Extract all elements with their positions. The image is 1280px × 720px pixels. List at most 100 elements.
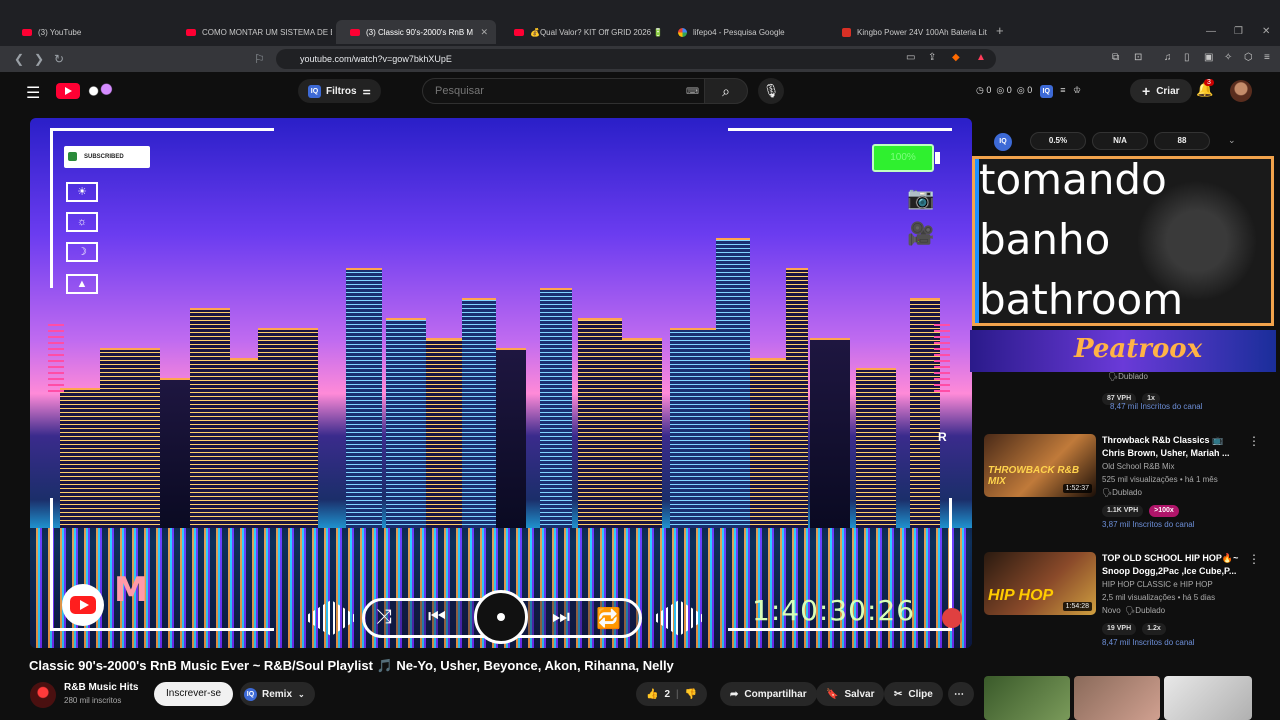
brave-shield-icon[interactable]: ◆ — [952, 52, 960, 63]
chevron-down-icon[interactable]: ⌄ — [1228, 135, 1236, 146]
subscribe-button[interactable]: Inscrever-se — [154, 682, 234, 706]
shuffle-icon: ⤨ — [376, 606, 392, 628]
doodle-icon[interactable] — [84, 82, 116, 100]
ai-icon[interactable]: ✧ — [1224, 52, 1232, 63]
search-icon: ⌕ — [722, 83, 730, 99]
battery-icon: 100% — [872, 144, 940, 172]
share-page-icon[interactable]: ⇪ — [928, 52, 936, 63]
maximize-window-icon[interactable]: ❐ — [1234, 26, 1243, 37]
sidebar-icon[interactable]: ▯ — [1184, 52, 1190, 63]
building — [100, 348, 160, 528]
close-window-icon[interactable]: ✕ — [1262, 26, 1270, 37]
music-icon[interactable]: ♫ — [1164, 52, 1172, 63]
close-tab-icon[interactable]: ✕ — [480, 27, 488, 38]
thumbs-up-icon: 👍 — [646, 688, 659, 700]
channel-name[interactable]: R&B Music Hits — [64, 682, 138, 693]
tab-kingbo-power[interactable]: Kingbo Power 24V 100Ah Bateria Lit — [828, 20, 992, 44]
remix-button[interactable]: IQ Remix ⌄ — [240, 682, 315, 706]
extension-icon[interactable]: ⊡ — [1134, 52, 1142, 63]
vph-chip: 19 VPH — [1102, 623, 1137, 635]
channel-subs-line: 8,47 mil Inscritos do canal — [1110, 402, 1203, 411]
tab-youtube-home[interactable]: (3) YouTube — [8, 20, 170, 44]
wallet-icon[interactable]: ▣ — [1204, 52, 1213, 63]
iq-stat-pill: 88 — [1154, 132, 1210, 150]
share-button[interactable]: ➦ Compartilhar — [720, 682, 817, 706]
hamburger-menu-icon[interactable]: ☰ — [26, 83, 40, 103]
recommendation-channel[interactable]: HIP HOP CLASSIC e HIP HOP — [1102, 580, 1213, 589]
create-button[interactable]: + Criar — [1130, 79, 1192, 103]
video-duration: 1:54:28 — [1062, 602, 1092, 611]
more-vertical-icon[interactable]: ⋮ — [1248, 552, 1260, 566]
user-avatar[interactable] — [1230, 80, 1252, 102]
recommendation-thumbnail[interactable]: THROWBACK R&B MIX 1:52:37 — [984, 434, 1096, 497]
recommendation-item[interactable]: THROWBACK R&B MIX 1:52:37 Throwback R&b … — [984, 434, 1274, 538]
r-label: R — [938, 430, 947, 444]
reload-icon[interactable]: ↻ — [54, 52, 64, 66]
brightness-low-icon: ☼ — [66, 212, 98, 232]
recommendation-thumbnail[interactable]: HIP HOP 1:54:28 — [984, 552, 1096, 615]
voice-search-button[interactable]: 🎙 — [758, 78, 784, 104]
vpn-icon[interactable]: ⬡ — [1244, 52, 1253, 63]
building — [426, 338, 462, 528]
minimize-window-icon[interactable]: — — [1206, 26, 1216, 37]
recommendation-title[interactable]: Throwback R&b Classics 📺 Chris Brown, Us… — [1102, 434, 1242, 460]
iq-stat-pill: 0.5% — [1030, 132, 1086, 150]
bookmark-icon[interactable]: ⚐ — [254, 52, 265, 66]
forward-icon[interactable]: ❯ — [34, 52, 44, 66]
repeat-icon: 🔁 — [596, 608, 621, 630]
overlay-text-line: bathroom — [979, 275, 1184, 324]
search-input[interactable] — [422, 78, 704, 104]
camera-icon: 📷 — [907, 185, 935, 210]
iq-icon: IQ — [244, 687, 257, 701]
filtros-button[interactable]: IQ Filtros ⚌ — [298, 79, 381, 103]
tab-classic-rnb[interactable]: (3) Classic 90's-2000's RnB M ✕ — [336, 20, 496, 44]
building — [496, 348, 526, 528]
keyboard-icon[interactable]: ⌨ — [686, 86, 699, 97]
short-thumbnail[interactable] — [984, 676, 1070, 720]
youtube-round-icon — [62, 584, 104, 626]
tab-lifepo4-google[interactable]: lifepo4 - Pesquisa Google — [664, 20, 826, 44]
eye-icon: ◎ — [996, 85, 1005, 95]
frame-line — [50, 128, 274, 131]
more-horizontal-icon: ⋯ — [954, 688, 964, 700]
more-actions-button[interactable]: ⋯ — [948, 682, 974, 706]
tab-como-montar[interactable]: COMO MONTAR UM SISTEMA DE EN — [172, 20, 332, 44]
recommendation-title[interactable]: TOP OLD SCHOOL HIP HOP🔥~ Snoop Dogg,2Pac… — [1102, 552, 1242, 578]
thumbs-down-icon[interactable]: 👎 — [685, 689, 697, 700]
extension-stats: ◷ 0 ◎ 0 ◎ 0 IQ ≡ ♔ — [976, 85, 1081, 98]
rewards-icon[interactable]: ▲ — [976, 52, 986, 63]
short-thumbnail[interactable] — [1074, 676, 1160, 720]
video-player[interactable]: SUBSCRIBED ☀ ☼ ☽ ▲ 100% 📷 🎥 R M ⤨ ⏮ ⏭ 🔁 … — [30, 118, 972, 648]
brightness-icon: ☀ — [66, 182, 98, 202]
building — [670, 328, 716, 528]
masthead: ☰ IQFiltros⚌ ⌨ ⌕ 🎙 ◷ 0 ◎ 0 ◎ 0 IQ ≡ ♔ +C… — [8, 72, 1280, 112]
tab-kit-off-grid[interactable]: 💰Qual Valor? KIT Off GRID 2026 🔋💰 — [500, 20, 662, 44]
more-vertical-icon[interactable]: ⋮ — [1248, 434, 1260, 448]
next-icon: ⏭ — [552, 606, 570, 628]
menu-icon[interactable]: ≡ — [1264, 52, 1270, 63]
url-field[interactable]: youtube.com/watch?v=gow7bkhXUpE — [276, 49, 996, 69]
recommendation-channel[interactable]: Old School R&B Mix — [1102, 462, 1174, 471]
trophy-icon[interactable]: ♔ — [1073, 85, 1081, 95]
new-tab-button[interactable]: + — [996, 23, 1004, 38]
building — [258, 328, 318, 528]
frame-line — [728, 628, 952, 631]
recommendation-item[interactable]: 🗣Dublado 87 VPH 1x 8,47 mil Inscritos do … — [984, 372, 1274, 418]
recommendation-meta: 525 mil visualizações • há 1 mês — [1102, 475, 1218, 484]
list-icon[interactable]: ≡ — [1060, 85, 1065, 95]
cast-icon[interactable]: ▭ — [906, 52, 915, 63]
clock-icon: ◷ — [976, 85, 984, 95]
youtube-logo-icon[interactable] — [56, 83, 80, 99]
short-thumbnail[interactable] — [1164, 676, 1252, 720]
iq-icon[interactable]: IQ — [1039, 85, 1053, 98]
extension-icon[interactable]: ⧉ — [1112, 52, 1119, 63]
back-icon[interactable]: ❮ — [14, 52, 24, 66]
building — [346, 268, 382, 528]
save-button[interactable]: 🔖 Salvar — [816, 682, 885, 706]
iq-stats-row: IQ 0.5% N/A 88 ⌄ — [982, 128, 1274, 156]
channel-avatar[interactable] — [30, 682, 56, 708]
like-button[interactable]: 👍 2 | 👎 — [636, 682, 708, 706]
search-button[interactable]: ⌕ — [704, 78, 748, 104]
recommendation-item[interactable]: HIP HOP 1:54:28 TOP OLD SCHOOL HIP HOP🔥~… — [984, 552, 1274, 656]
clip-button[interactable]: ✂ Clipe — [884, 682, 943, 706]
